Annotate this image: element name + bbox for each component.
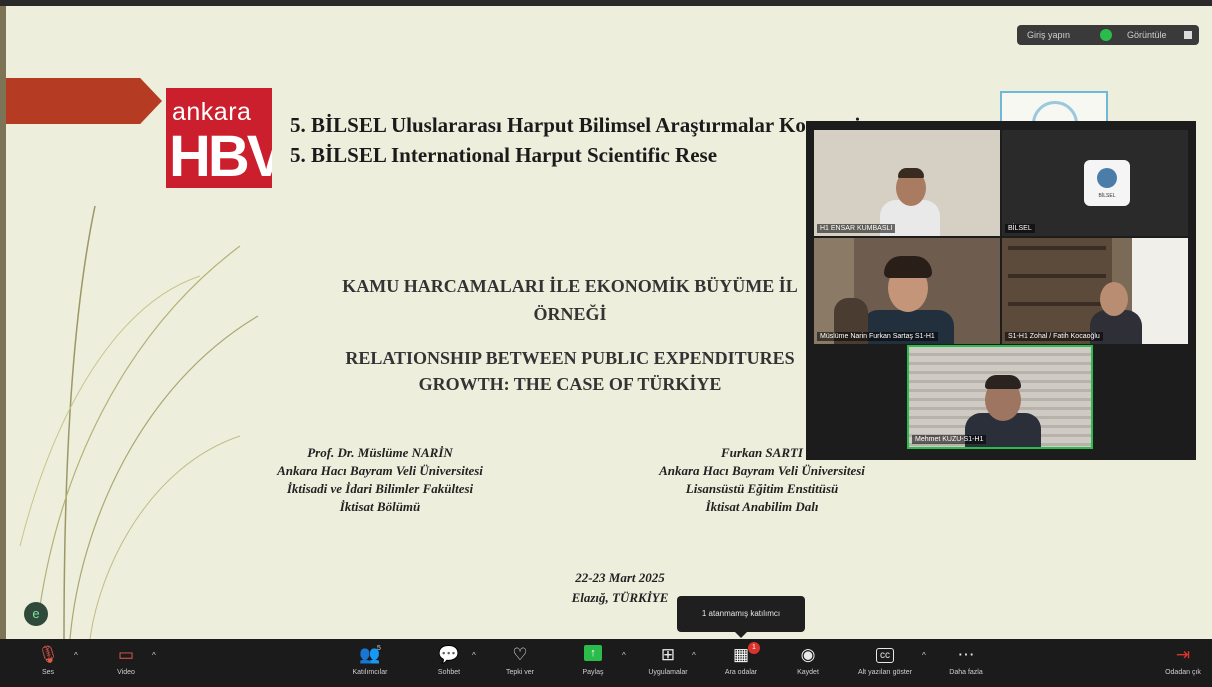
heart-icon: ♡ (512, 645, 528, 664)
view-label: Görüntüle (1127, 30, 1167, 40)
participant-tile-5-active-speaker[interactable]: Mehmet KUZU-S1-H1 (907, 345, 1093, 449)
participants-count: 5 (377, 645, 381, 652)
participant-name: Mehmet KUZU-S1-H1 (912, 435, 987, 444)
participants-button[interactable]: 👥 5 Katılımcılar (340, 639, 400, 687)
zoom-status-badge-icon[interactable]: e (24, 602, 48, 626)
ankara-hbv-logo: ankara HBV (166, 88, 272, 188)
congress-title-en: 5. BİLSEL International Harput Scientifi… (290, 143, 718, 167)
breakout-badge: 1 (748, 642, 760, 654)
react-button[interactable]: ♡ Tepki ver (496, 639, 544, 687)
apps-icon: ⊞ (660, 645, 676, 664)
audio-options-chevron-icon[interactable]: ^ (74, 651, 78, 660)
author-1-block: Prof. Dr. Müslüme NARİN Ankara Hacı Bayr… (277, 445, 483, 514)
view-icon (1184, 31, 1192, 39)
participant-name: Müslüme Narin Furkan Sartaş S1-H1 (817, 332, 938, 341)
breakout-rooms-button[interactable]: ▦ 1 Ara odalar (714, 639, 768, 687)
captions-options-chevron-icon[interactable]: ^ (922, 651, 926, 660)
record-button[interactable]: ◉ Kaydet (786, 639, 830, 687)
share-screen-icon: ↑ (584, 645, 602, 661)
participant-name: S1-H1 Zohal / Fatih Kocaoğlu (1005, 332, 1103, 341)
recording-status[interactable]: Giriş yapın Görüntüle (1017, 25, 1199, 45)
apps-options-chevron-icon[interactable]: ^ (692, 651, 696, 660)
sign-in-label: Giriş yapın (1027, 30, 1071, 40)
apps-button[interactable]: ⊞ Uygulamalar (640, 639, 696, 687)
breakout-tooltip: 1 atanmamış katılımcı (677, 596, 805, 638)
status-dot-icon (1100, 29, 1112, 41)
share-button[interactable]: ↑ Paylaş (570, 639, 616, 687)
audio-button[interactable]: 🎙 Ses (28, 639, 68, 687)
participant-tile-3[interactable]: Müslüme Narin Furkan Sartaş S1-H1 (814, 238, 1000, 344)
more-options-icon: ⋯ (957, 645, 975, 664)
video-button[interactable]: ▭ Video (106, 639, 146, 687)
microphone-muted-icon: 🎙 (37, 645, 59, 664)
chat-button[interactable]: 💬 Sohbet (426, 639, 472, 687)
participant-tile-1[interactable]: H1 ENSAR KUMBASLI (814, 130, 1000, 236)
chat-options-chevron-icon[interactable]: ^ (472, 651, 476, 660)
participant-name: BİLSEL (1005, 224, 1035, 233)
captions-button[interactable]: cc Alt yazıları göster (848, 639, 922, 687)
participant-tile-4[interactable]: S1-H1 Zohal / Fatih Kocaoğlu (1002, 238, 1188, 344)
record-icon: ◉ (800, 645, 816, 664)
closed-captions-icon: cc (876, 648, 894, 663)
participant-name: H1 ENSAR KUMBASLI (817, 224, 896, 233)
congress-title: 5. BİLSEL Uluslararası Harput Bilimsel A… (290, 110, 860, 170)
participant-tile-2[interactable]: BİLSEL BİLSEL (1002, 130, 1188, 236)
slide-red-arrow (6, 78, 162, 124)
camera-off-icon: ▭ (117, 645, 135, 664)
congress-title-tr: 5. BİLSEL Uluslararası Harput Bilimsel A… (290, 113, 861, 137)
chat-icon: 💬 (438, 645, 460, 664)
meeting-toolbar: 🎙 Ses ^ ▭ Video ^ 👥 5 Katılımcılar 💬 Soh… (0, 639, 1212, 687)
more-button[interactable]: ⋯ Daha fazla (942, 639, 990, 687)
participant-gallery[interactable]: H1 ENSAR KUMBASLI BİLSEL BİLSEL Müslüme … (806, 121, 1196, 460)
leave-door-icon: ⇥ (1175, 645, 1191, 664)
video-options-chevron-icon[interactable]: ^ (152, 651, 156, 660)
share-options-chevron-icon[interactable]: ^ (622, 651, 626, 660)
leave-button[interactable]: ⇥ Odadan çık (1162, 639, 1204, 687)
bisel-avatar: BİLSEL (1084, 160, 1130, 206)
breakout-rooms-icon: ▦ (732, 645, 750, 664)
